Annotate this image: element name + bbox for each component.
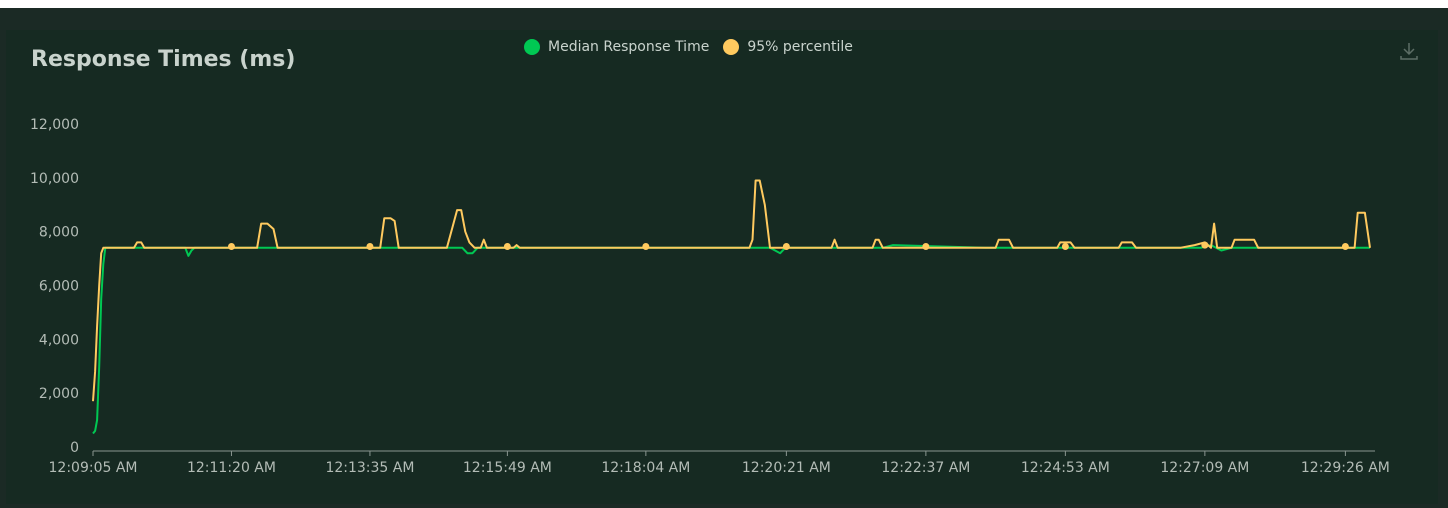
x-tick-label: 12:09:05 AM (49, 460, 138, 476)
x-tick-label: 12:27:09 AM (1160, 460, 1249, 476)
data-point-marker[interactable] (227, 242, 235, 250)
x-tick-label: 12:29:26 AM (1301, 460, 1390, 476)
y-tick-label: 12,000 (30, 117, 79, 133)
x-tick-label: 12:15:49 AM (463, 460, 552, 476)
x-tick-label: 12:22:37 AM (881, 460, 970, 476)
data-point-marker[interactable] (1201, 241, 1209, 249)
data-point-marker[interactable] (782, 242, 790, 250)
y-tick-label: 8,000 (39, 225, 79, 241)
x-tick-label: 12:18:04 AM (601, 460, 690, 476)
y-tick-label: 6,000 (39, 279, 79, 295)
y-tick-label: 0 (70, 440, 79, 456)
x-tick-label: 12:24:53 AM (1021, 460, 1110, 476)
chart-svg: 0 2,000 4,000 6,000 8,000 10,000 12,000 12:09:0… (30, 117, 1390, 476)
axes: 0 2,000 4,000 6,000 8,000 10,000 12,000 12:09:0… (30, 117, 1390, 476)
series-line-p95[interactable] (92, 179, 1371, 402)
y-tick-label: 2,000 (39, 386, 79, 402)
data-point-marker[interactable] (366, 242, 374, 250)
data-point-marker[interactable] (1061, 242, 1069, 250)
x-tick-label: 12:20:21 AM (742, 460, 831, 476)
y-tick-label: 4,000 (39, 332, 79, 348)
data-point-marker[interactable] (503, 242, 511, 250)
data-point-marker[interactable] (922, 242, 930, 250)
x-tick-label: 12:13:35 AM (325, 460, 414, 476)
series-line-median[interactable] (92, 244, 1370, 435)
y-tick-label: 10,000 (30, 171, 79, 187)
series-lines (92, 179, 1371, 435)
data-point-marker[interactable] (642, 242, 650, 250)
x-tick-label: 12:11:20 AM (187, 460, 276, 476)
data-point-marker[interactable] (1341, 242, 1349, 250)
